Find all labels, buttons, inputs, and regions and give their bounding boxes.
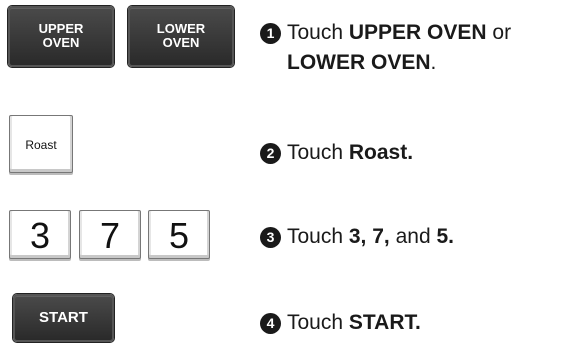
lower-oven-button[interactable]: LOWER OVEN (128, 6, 234, 67)
lower-oven-label-line1: LOWER (156, 21, 206, 36)
digit-3-label: 3 (29, 215, 51, 256)
step-1-bold-lower-oven: LOWER OVEN (287, 51, 431, 74)
step-3-instruction: 3 Touch 3, 7, and 5. (260, 222, 454, 252)
step-4-number-badge: 4 (260, 313, 281, 334)
step-3-bold-digits: 3, 7, (348, 225, 390, 248)
step-2-number-badge: 2 (260, 143, 281, 164)
step-1-middle: or (486, 21, 512, 44)
step-4-prefix: Touch (287, 311, 349, 334)
upper-oven-label-line2: OVEN (42, 35, 80, 50)
digit-5-button[interactable]: 5 (148, 210, 210, 259)
start-button[interactable]: START (13, 294, 114, 342)
upper-oven-label-line1: UPPER (38, 21, 84, 36)
step-3-prefix: Touch (287, 225, 349, 248)
step-1-suffix: . (430, 51, 437, 74)
step-1-prefix: Touch (287, 21, 349, 44)
step-2-prefix: Touch (287, 141, 349, 164)
step-1-number-badge: 1 (260, 23, 281, 44)
step-1-instruction: 1 Touch UPPER OVEN or LOWER OVEN. (260, 18, 511, 78)
roast-button[interactable]: Roast (9, 115, 73, 173)
digit-3-button[interactable]: 3 (9, 210, 71, 259)
upper-oven-button[interactable]: UPPER OVEN (8, 6, 114, 67)
step-4-bold-start: START. (348, 311, 421, 334)
step-3-middle: and (389, 225, 437, 248)
digit-7-button[interactable]: 7 (79, 210, 141, 259)
step-2-instruction: 2 Touch Roast. (260, 138, 413, 168)
step-1-bold-upper-oven: UPPER OVEN (348, 21, 487, 44)
lower-oven-label-line2: OVEN (162, 35, 200, 50)
digit-5-label: 5 (168, 215, 190, 256)
step-3-bold-last-digit: 5. (436, 225, 454, 248)
start-button-label: START (39, 309, 88, 326)
digit-7-label: 7 (99, 215, 121, 256)
step-2-bold-roast: Roast. (348, 141, 414, 164)
step-3-number-badge: 3 (260, 227, 281, 248)
step-4-instruction: 4 Touch START. (260, 308, 421, 338)
roast-button-label: Roast (25, 138, 57, 152)
